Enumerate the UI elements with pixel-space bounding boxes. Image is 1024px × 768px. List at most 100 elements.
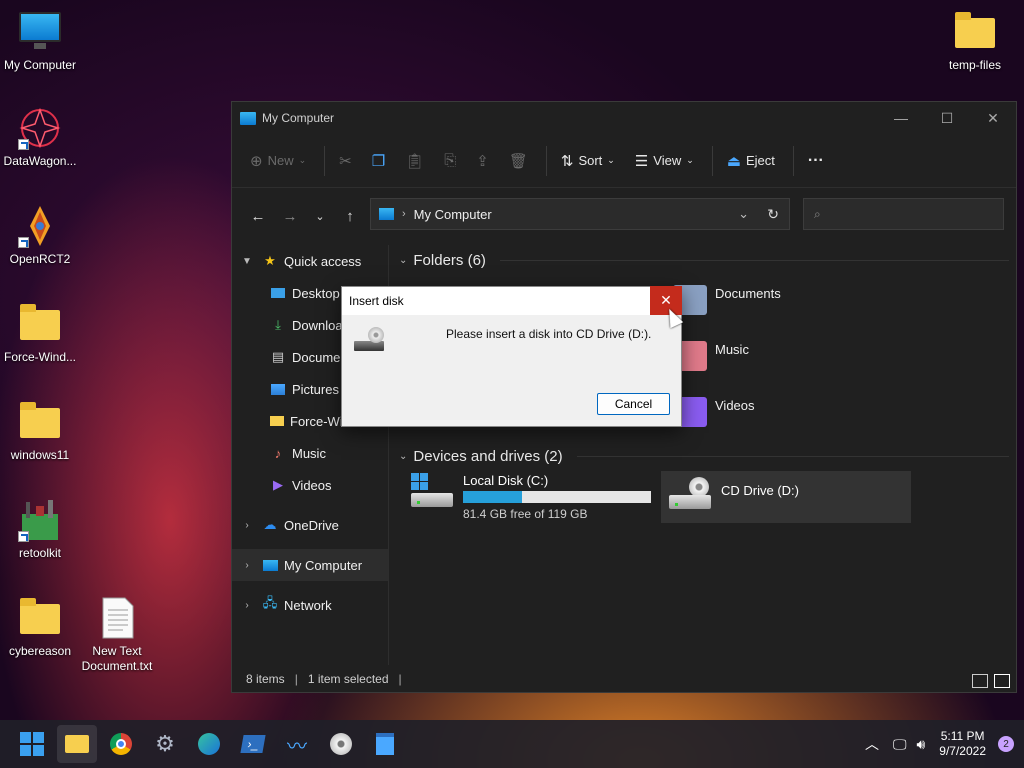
hard-drive-icon (409, 473, 455, 513)
gear-icon: ⚙ (155, 731, 175, 756)
drive-name: CD Drive (D:) (721, 483, 799, 498)
details-view-button[interactable] (972, 674, 988, 688)
notification-badge[interactable]: 2 (998, 736, 1014, 752)
rename-button[interactable]: ⎘ (436, 146, 464, 175)
cut-button[interactable]: ✂ (331, 146, 360, 176)
paste-button[interactable]: 📋︎ (397, 146, 432, 176)
drive-free-space: 81.4 GB free of 119 GB (463, 507, 588, 521)
taskbar: ⚙ ›_ 〰 ︿ 🖵︎ 🔊︎ 5:11 PM 9/7/2022 2 (0, 720, 1024, 768)
cloud-icon: ☁ (263, 517, 277, 532)
sidebar-item-onedrive[interactable]: › ☁ OneDrive (232, 509, 388, 541)
folder-item-music[interactable]: Music (673, 341, 749, 371)
address-text: My Computer (413, 206, 492, 222)
tiles-view-button[interactable] (994, 674, 1010, 688)
maximize-button[interactable]: ☐ (924, 102, 970, 134)
taskbar-edge[interactable] (195, 730, 223, 758)
cd-drive-icon (667, 475, 713, 515)
taskbar-powershell[interactable]: ›_ (239, 730, 267, 758)
plus-icon: ⊕ (250, 152, 263, 170)
dialog-titlebar[interactable]: Insert disk ✕ (342, 286, 682, 315)
recent-locations-button[interactable]: ⌄ (306, 210, 334, 223)
folder-item-videos[interactable]: Videos (673, 397, 755, 427)
taskbar-disc-app[interactable] (327, 730, 355, 758)
folder-item-documents[interactable]: Documents (673, 285, 781, 315)
video-icon: ▶ (273, 477, 283, 492)
network-status-icon[interactable]: 🖵︎ (893, 736, 907, 753)
view-button[interactable]: ☰ View ⌄ (627, 146, 702, 176)
share-icon: ⇪ (476, 152, 489, 170)
folder-icon (65, 735, 89, 753)
folder-icon (270, 414, 284, 428)
minimize-button[interactable]: — (878, 102, 924, 134)
desktop-icon-my-computer[interactable]: My Computer (0, 10, 80, 73)
clock[interactable]: 5:11 PM 9/7/2022 (939, 729, 986, 759)
scissors-icon: ✂ (339, 152, 352, 170)
cancel-button[interactable]: Cancel (597, 393, 670, 415)
start-button[interactable] (18, 730, 46, 758)
sidebar-item-music[interactable]: ♪ Music (232, 437, 388, 469)
text-file-icon (95, 596, 139, 640)
download-icon: ⤓ (275, 317, 281, 332)
desktop-icon-force-windows[interactable]: Force-Wind... (0, 302, 80, 365)
chevron-right-icon[interactable]: › (232, 520, 262, 531)
desktop-icon-windows11[interactable]: windows11 (0, 400, 80, 463)
more-options-button[interactable]: ··· (800, 146, 832, 176)
taskbar-file-explorer[interactable] (57, 725, 97, 763)
openrct2-icon (18, 204, 62, 248)
desktop-icon-label: My Computer (3, 58, 77, 72)
refresh-icon[interactable]: ↻ (767, 206, 779, 223)
forward-button[interactable]: → (274, 208, 306, 225)
desktop-icon-temp-files[interactable]: temp-files (935, 10, 1015, 73)
desktop-icon-datawagon[interactable]: DataWagon... (0, 106, 80, 169)
delete-button[interactable]: 🗑︎ (501, 146, 536, 176)
sidebar-item-network[interactable]: › 🖧︎ Network (232, 589, 388, 621)
desktop-icon-retoolkit[interactable]: retoolkit (0, 498, 80, 561)
address-bar[interactable]: › My Computer ⌄ ↻ (370, 198, 790, 230)
new-button[interactable]: ⊕ New ⌄ (242, 146, 314, 176)
retoolkit-icon (18, 498, 62, 542)
view-toggle (972, 674, 1010, 688)
taskbar-settings[interactable]: ⚙ (151, 730, 179, 758)
back-button[interactable]: ← (242, 208, 274, 225)
music-icon: ♪ (274, 445, 282, 461)
chevron-up-icon[interactable]: ︿ (865, 734, 879, 754)
chevron-right-icon[interactable]: › (232, 560, 262, 571)
desktop-icon-cybereason[interactable]: cybereason (0, 596, 80, 659)
eject-button[interactable]: ⏏ Eject (719, 146, 783, 176)
sidebar-item-my-computer[interactable]: › My Computer (232, 549, 388, 581)
volume-icon[interactable]: 🔊︎ (916, 736, 925, 753)
drive-item-cd-drive-d[interactable]: CD Drive (D:) (661, 471, 911, 523)
computer-icon (262, 558, 278, 572)
eject-icon: ⏏ (726, 152, 741, 170)
taskbar-health-monitor[interactable]: 〰 (283, 730, 311, 758)
sidebar-item-quick-access[interactable]: ▼ ★ Quick access (232, 245, 388, 277)
clipboard-icon: 📋︎ (405, 152, 425, 170)
selection-count: 1 item selected (307, 672, 389, 686)
chrome-icon (110, 733, 132, 755)
up-button[interactable]: ↑ (334, 208, 366, 225)
ellipsis-icon: ··· (807, 151, 824, 169)
chevron-down-icon: ⌄ (298, 155, 307, 165)
desktop-icon-openrct2[interactable]: OpenRCT2 (0, 204, 80, 267)
search-icon: ⌕ (814, 206, 821, 221)
chevron-down-icon[interactable]: ▼ (232, 256, 262, 267)
drive-item-local-disk-c[interactable]: Local Disk (C:) 81.4 GB free of 119 GB (409, 473, 653, 521)
datawagon-icon (18, 106, 62, 150)
chevron-down-icon[interactable]: ⌄ (738, 206, 749, 222)
taskbar-notepad[interactable] (371, 730, 399, 758)
desktop-icon-label: cybereason (8, 644, 72, 658)
close-button[interactable]: ✕ (970, 102, 1016, 134)
chevron-down-icon: ⌄ (399, 450, 408, 462)
sidebar-item-videos[interactable]: ▶ Videos (232, 469, 388, 501)
copy-button[interactable]: ❐ (364, 146, 393, 176)
taskbar-chrome[interactable] (107, 730, 135, 758)
folders-section-header[interactable]: ⌄ Folders (6) (397, 245, 1009, 275)
search-input[interactable]: ⌕ (803, 198, 1004, 230)
sort-button[interactable]: ⇅ Sort ⌄ (553, 146, 623, 176)
share-button[interactable]: ⇪ (468, 146, 497, 176)
chevron-right-icon[interactable]: › (232, 600, 262, 611)
window-title: My Computer (262, 111, 335, 125)
desktop-icon-new-text-document[interactable]: New Text Document.txt (77, 596, 157, 674)
devices-section-header[interactable]: ⌄ Devices and drives (2) (397, 441, 1009, 471)
desktop-icon-label: Force-Wind... (3, 350, 76, 364)
